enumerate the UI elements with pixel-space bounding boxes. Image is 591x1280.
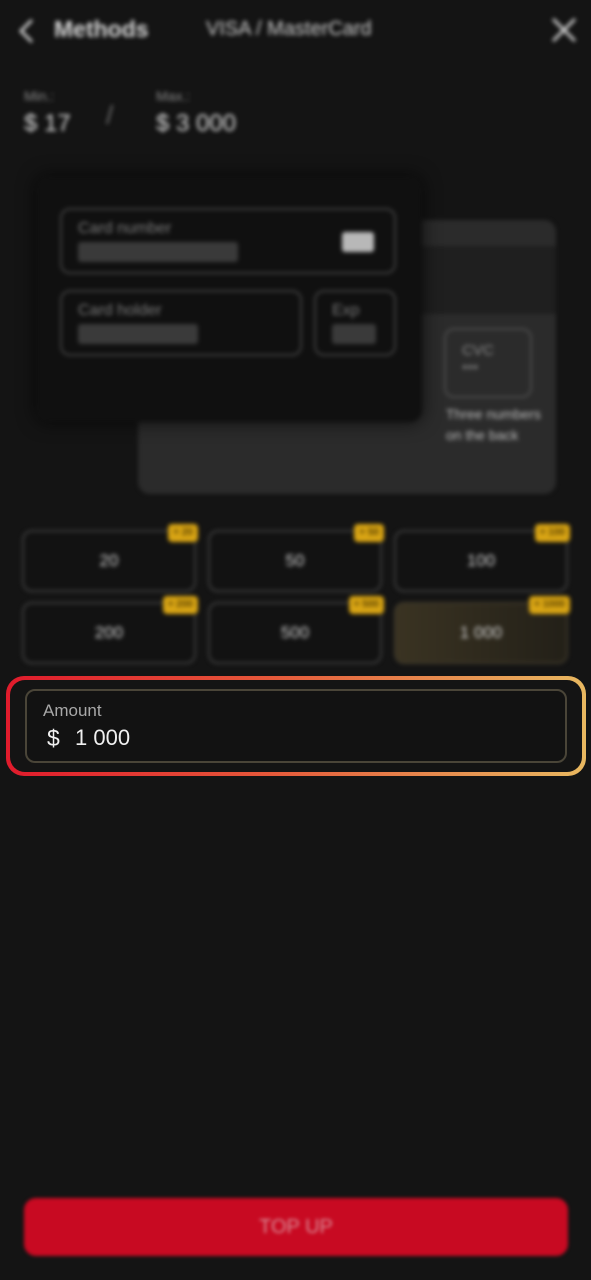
amount-preset-label: 1 000 bbox=[459, 623, 503, 642]
amount-preset-label: 100 bbox=[466, 551, 496, 570]
max-limit-label: Max.: bbox=[156, 88, 191, 104]
card-brand-icon bbox=[342, 232, 374, 252]
amount-preset-label: 500 bbox=[280, 623, 310, 642]
close-icon[interactable] bbox=[548, 14, 580, 46]
amount-preset-1000[interactable]: 1 000 + 1000 bbox=[394, 596, 570, 664]
max-limit-value: $ 3 000 bbox=[156, 110, 237, 137]
amount-label: Amount bbox=[43, 701, 102, 720]
cvc-value: *** bbox=[462, 361, 479, 377]
card-holder-field[interactable]: Card holder bbox=[60, 290, 302, 356]
header-title: Methods bbox=[54, 16, 149, 42]
amount-value: 1 000 bbox=[75, 725, 131, 750]
card-number-field[interactable]: Card number bbox=[60, 208, 396, 274]
max-limit: Max.: $ 3 000 bbox=[156, 88, 236, 138]
bonus-badge: + 100 bbox=[534, 524, 570, 542]
limit-separator: / bbox=[106, 100, 114, 130]
card-holder-label: Card holder bbox=[78, 302, 162, 319]
amount-input[interactable]: Amount $ 1 000 bbox=[25, 689, 567, 763]
card-number-value bbox=[78, 242, 238, 262]
deposit-screen: Methods VISA / MasterCard Min.: $ 17 / M… bbox=[0, 0, 591, 1280]
card-holder-value bbox=[78, 324, 198, 344]
bonus-badge: + 20 bbox=[168, 524, 198, 542]
amount-preset-20[interactable]: 20 + 20 bbox=[22, 524, 198, 592]
bonus-badge: + 1000 bbox=[529, 596, 570, 614]
amount-preset-label: 20 bbox=[99, 551, 119, 570]
amount-preset-label: 200 bbox=[94, 623, 124, 642]
amount-preset-500[interactable]: 500 + 500 bbox=[208, 596, 384, 664]
card-front: Card number Card holder Exp bbox=[36, 176, 422, 422]
amount-preset-200[interactable]: 200 + 200 bbox=[22, 596, 198, 664]
expiry-value bbox=[332, 324, 376, 344]
bonus-badge: + 200 bbox=[162, 596, 198, 614]
blurred-backdrop: Methods VISA / MasterCard Min.: $ 17 / M… bbox=[0, 0, 591, 680]
min-limit-value: $ 17 bbox=[24, 110, 71, 137]
min-limit-label: Min.: bbox=[24, 88, 55, 104]
expiry-field[interactable]: Exp bbox=[314, 290, 396, 356]
expiry-label: Exp bbox=[332, 302, 360, 319]
card-number-label: Card number bbox=[78, 220, 172, 237]
cvc-label: CVC bbox=[462, 342, 494, 359]
amount-preset-100[interactable]: 100 + 100 bbox=[394, 524, 570, 592]
chevron-left-icon[interactable] bbox=[16, 16, 38, 46]
cvc-field[interactable]: CVC *** bbox=[444, 328, 532, 398]
amount-highlight-inner: Amount $ 1 000 bbox=[10, 680, 582, 772]
amount-preset-label: 50 bbox=[285, 551, 305, 570]
header: Methods VISA / MasterCard bbox=[0, 0, 591, 62]
min-limit: Min.: $ 17 bbox=[24, 88, 71, 138]
cvc-hint: Three numbers on the back bbox=[446, 406, 541, 443]
amount-preset-50[interactable]: 50 + 50 bbox=[208, 524, 384, 592]
amount-highlight: Amount $ 1 000 bbox=[6, 676, 586, 776]
bonus-badge: + 50 bbox=[354, 524, 384, 542]
bonus-badge: + 500 bbox=[348, 596, 384, 614]
top-up-button[interactable]: TOP UP bbox=[24, 1198, 568, 1256]
currency-symbol: $ bbox=[47, 725, 60, 751]
payment-method-title: VISA / MasterCard bbox=[206, 18, 372, 40]
